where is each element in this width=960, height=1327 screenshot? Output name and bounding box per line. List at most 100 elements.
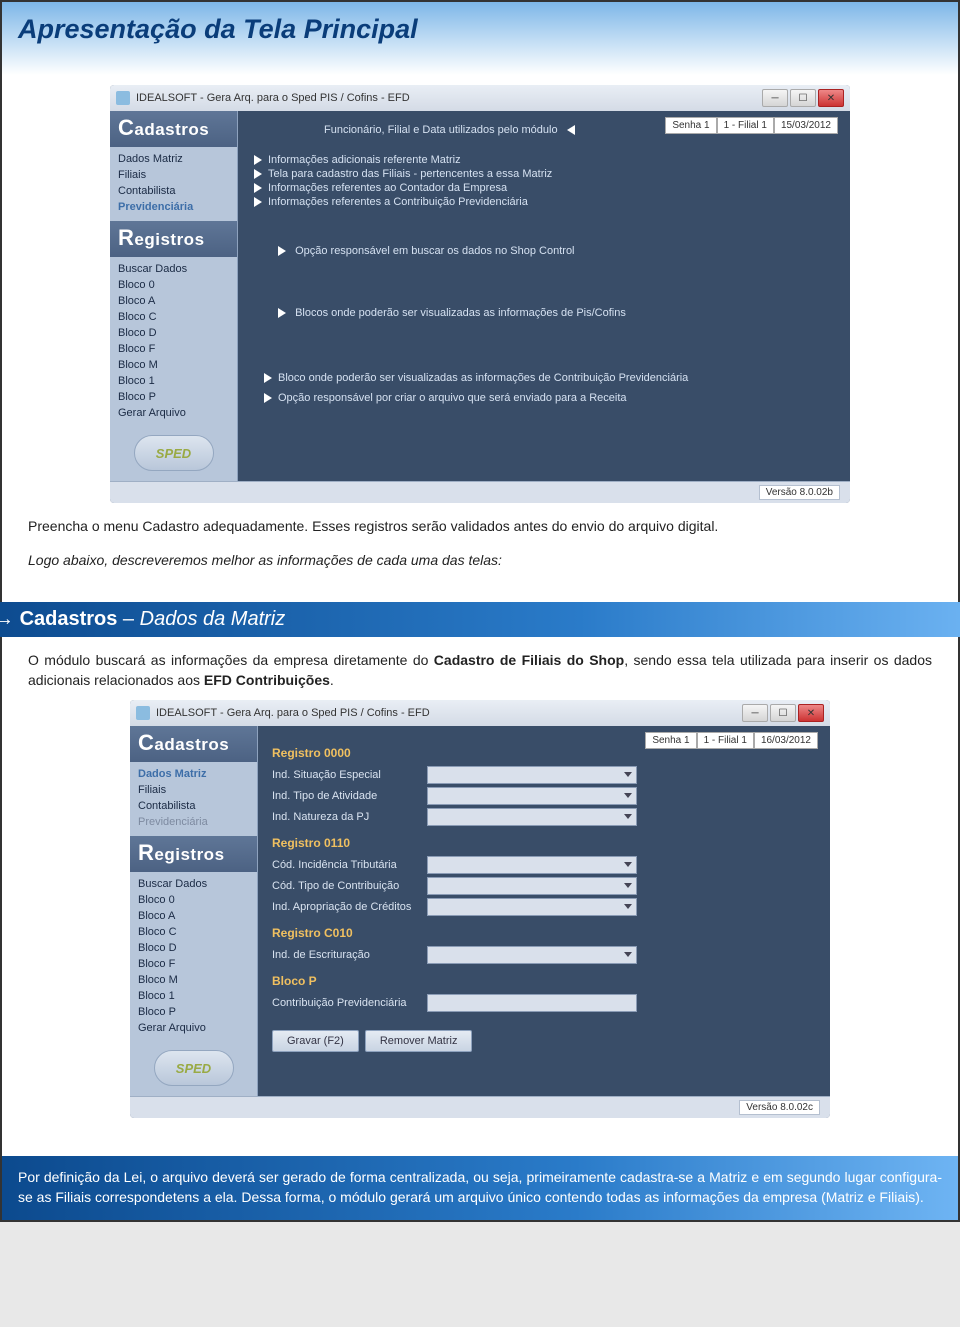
app-icon [116,91,130,105]
form-label: Ind. Apropriação de Créditos [272,901,427,913]
close-icon[interactable]: ✕ [798,704,824,722]
sidebar-item-bloco-d[interactable]: Bloco D [138,940,249,956]
sidebar-item-previdenciária[interactable]: Previdenciária [118,199,229,215]
arrow-right-icon [278,246,286,256]
sidebar-item-bloco-d[interactable]: Bloco D [118,325,229,341]
sidebar-item-bloco-p[interactable]: Bloco P [138,1004,249,1020]
sidebar-item-bloco-1[interactable]: Bloco 1 [118,373,229,389]
sidebar-item-contabilista[interactable]: Contabilista [118,183,229,199]
sidebar-item-bloco-f[interactable]: Bloco F [118,341,229,357]
sidebar-item-gerar-arquivo[interactable]: Gerar Arquivo [118,405,229,421]
titlebar: IDEALSOFT - Gera Arq. para o Sped PIS / … [130,700,830,726]
form-group-title: Registro 0110 [272,836,816,850]
top-field-date: 16/03/2012 [754,732,818,749]
gravar-f2--button[interactable]: Gravar (F2) [272,1030,359,1052]
arrow-right-icon [254,183,262,193]
arrow-right-icon [254,169,262,179]
sidebar-item-bloco-m[interactable]: Bloco M [138,972,249,988]
form-label: Ind. Natureza da PJ [272,811,427,823]
titlebar-text: IDEALSOFT - Gera Arq. para o Sped PIS / … [136,92,760,104]
version-label: Versão 8.0.02b [759,485,840,500]
arrow-right-icon: → [0,608,14,630]
main-pane: Senha 1 1 - Filial 1 16/03/2012 Registro… [258,726,830,1096]
titlebar: IDEALSOFT - Gera Arq. para o Sped PIS / … [110,85,850,111]
info-box: Por definição da Lei, o arquivo deverá s… [2,1156,958,1219]
sidebar-heading-registros: Registros [130,836,257,872]
annotation-text: Informações referentes a Contribuição Pr… [268,196,528,208]
dropdown-input[interactable] [427,877,637,895]
annotation-a2: Blocos onde poderão ser visualizadas as … [295,307,626,319]
window-controls: ─ ☐ ✕ [760,89,844,107]
sidebar-item-dados-matriz[interactable]: Dados Matriz [118,151,229,167]
form-label: Ind. de Escrituração [272,949,427,961]
form-row: Cód. Incidência Tributária [272,856,816,874]
sidebar-heading-registros-text: egistros [134,230,204,249]
sidebar-heading-cadastros-text: adastros [134,120,209,139]
sped-logo: SPED [154,1050,234,1086]
form-group-title: Bloco P [272,974,816,988]
titlebar-text: IDEALSOFT - Gera Arq. para o Sped PIS / … [156,707,740,719]
section-main: Cadastros [20,608,118,630]
sidebar-item-contabilista[interactable]: Contabilista [138,798,249,814]
sidebar-item-bloco-m[interactable]: Bloco M [118,357,229,373]
sidebar-heading-cadastros: Cadastros [130,726,257,762]
top-field-senha: Senha 1 [645,732,696,749]
minimize-icon[interactable]: ─ [742,704,768,722]
dropdown-input[interactable] [427,898,637,916]
page-title: Apresentação da Tela Principal [18,14,942,45]
main-pane: Senha 1 1 - Filial 1 15/03/2012 Funcioná… [238,111,850,481]
annotation-a1: Opção responsável em buscar os dados no … [295,245,574,257]
text-input[interactable] [427,994,637,1012]
window-controls: ─ ☐ ✕ [740,704,824,722]
minimize-icon[interactable]: ─ [762,89,788,107]
dropdown-input[interactable] [427,808,637,826]
screenshot-window-1: IDEALSOFT - Gera Arq. para o Sped PIS / … [110,85,850,503]
sidebar-item-filiais[interactable]: Filiais [138,782,249,798]
form-label: Ind. Situação Especial [272,769,427,781]
arrow-right-icon [254,197,262,207]
dropdown-input[interactable] [427,946,637,964]
sidebar-item-bloco-p[interactable]: Bloco P [118,389,229,405]
top-field-filial: 1 - Filial 1 [697,732,754,749]
sidebar-item-bloco-c[interactable]: Bloco C [138,924,249,940]
status-bar: Versão 8.0.02b [110,481,850,503]
status-bar: Versão 8.0.02c [130,1096,830,1118]
sidebar-item-previdenciária[interactable]: Previdenciária [138,814,249,830]
sidebar-item-bloco-c[interactable]: Bloco C [118,309,229,325]
annotation-text: Informações referentes ao Contador da Em… [268,182,507,194]
dropdown-input[interactable] [427,766,637,784]
sidebar-item-bloco-1[interactable]: Bloco 1 [138,988,249,1004]
sidebar-item-bloco-f[interactable]: Bloco F [138,956,249,972]
sidebar-item-buscar-dados[interactable]: Buscar Dados [118,261,229,277]
sidebar-item-buscar-dados[interactable]: Buscar Dados [138,876,249,892]
sidebar: Cadastros Dados MatrizFiliaisContabilist… [130,726,258,1096]
annotation-text: Tela para cadastro das Filiais - pertenc… [268,168,552,180]
form-group-title: Registro C010 [272,926,816,940]
sidebar-item-gerar-arquivo[interactable]: Gerar Arquivo [138,1020,249,1036]
sidebar-item-dados-matriz[interactable]: Dados Matriz [138,766,249,782]
dropdown-input[interactable] [427,856,637,874]
maximize-icon[interactable]: ☐ [770,704,796,722]
paragraph-3: O módulo buscará as informações da empre… [24,651,936,700]
dropdown-input[interactable] [427,787,637,805]
form-label: Cód. Incidência Tributária [272,859,427,871]
sidebar-item-bloco-0[interactable]: Bloco 0 [118,277,229,293]
remover-matriz-button[interactable]: Remover Matriz [365,1030,473,1052]
annotation-text: Informações adicionais referente Matriz [268,154,461,166]
arrow-right-icon [278,308,286,318]
app-icon [136,706,150,720]
arrow-right-icon [264,373,272,383]
sidebar-item-bloco-0[interactable]: Bloco 0 [138,892,249,908]
form-row: Ind. Natureza da PJ [272,808,816,826]
sidebar-item-bloco-a[interactable]: Bloco A [138,908,249,924]
close-icon[interactable]: ✕ [818,89,844,107]
sidebar-item-filiais[interactable]: Filiais [118,167,229,183]
screenshot-window-2: IDEALSOFT - Gera Arq. para o Sped PIS / … [130,700,830,1118]
section-heading-bar: → Cadastros – Dados da Matriz [0,602,960,637]
version-label: Versão 8.0.02c [739,1100,820,1115]
annotation-a4: Opção responsável por criar o arquivo qu… [278,392,627,404]
maximize-icon[interactable]: ☐ [790,89,816,107]
sidebar-item-bloco-a[interactable]: Bloco A [118,293,229,309]
annotation-top-text: Funcionário, Filial e Data utilizados pe… [324,124,558,136]
form-label: Ind. Tipo de Atividade [272,790,427,802]
